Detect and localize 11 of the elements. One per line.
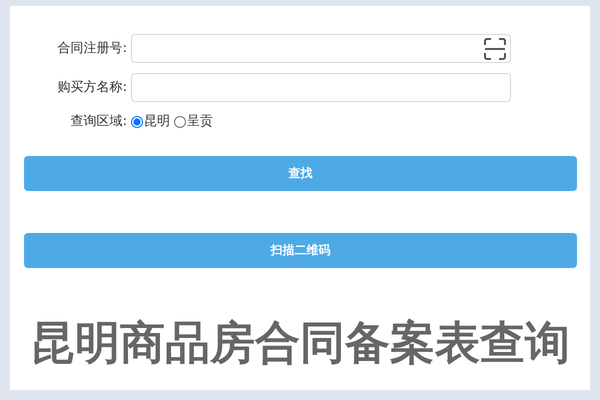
radio-button[interactable] (131, 116, 143, 128)
page-title: 昆明商品房合同备案表查询 (29, 320, 571, 364)
field-label: 合同注册号: (56, 40, 127, 58)
input-field[interactable] (131, 73, 511, 102)
field-label: 查询区域: (70, 113, 127, 131)
field-label: 购买方名称: (56, 78, 127, 97)
scan-icon[interactable] (484, 38, 506, 60)
radio-label[interactable]: 昆明 (144, 112, 170, 132)
input-field[interactable] (131, 34, 511, 63)
radio-label[interactable]: 呈贡 (187, 112, 213, 132)
radio-button[interactable] (174, 116, 186, 128)
